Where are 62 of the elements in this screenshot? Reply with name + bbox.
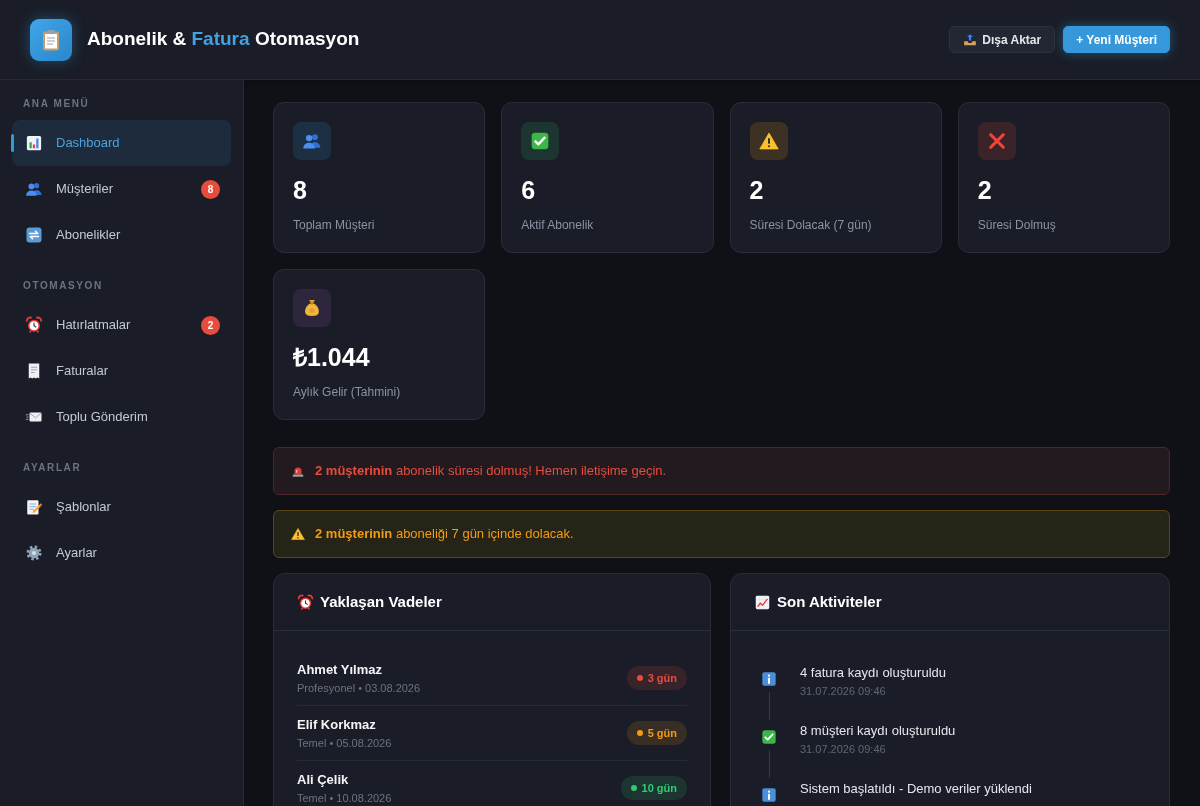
- customer-name: Ali Çelik: [297, 771, 350, 789]
- check-icon: [521, 122, 560, 160]
- warning-icon: [749, 122, 788, 160]
- nav-item[interactable]: Müşteriler 8: [12, 166, 231, 212]
- nav-item[interactable]: Şablonlar: [12, 484, 231, 530]
- alarm-clock-icon: [25, 316, 43, 334]
- nav-item[interactable]: Toplu Gönderim: [12, 394, 231, 440]
- app-title: Abonelik & Fatura Otomasyon: [87, 28, 360, 51]
- plan-date: Temel • 10.08.2026: [297, 791, 392, 805]
- customer-name: Ahmet Yılmaz: [297, 661, 383, 679]
- stat-label: Aylık Gelir (Tahmini): [293, 384, 402, 401]
- section-label: OTOMASYON: [22, 279, 104, 293]
- alert-message: 2 müşterinin aboneliği 7 gün içinde dolacak.: [315, 525, 574, 544]
- stat-label: Toplam Müşteri: [293, 217, 376, 234]
- tray-arrow-icon: [963, 32, 978, 47]
- stat-label: Süresi Dolmuş: [977, 217, 1057, 234]
- days-left-text: 3 gün: [647, 670, 677, 686]
- memo-pencil-icon: [25, 498, 43, 516]
- clipboard-icon: [30, 18, 72, 61]
- stat-value: 8: [293, 176, 308, 204]
- gear-icon: [25, 544, 43, 562]
- plan-date: Temel • 05.08.2026: [297, 736, 392, 750]
- info-icon: [761, 787, 777, 803]
- nav-item[interactable]: Abonelikler: [12, 212, 231, 258]
- section-label: AYARLAR: [22, 461, 83, 475]
- stat-value: 6: [521, 176, 537, 204]
- nav-item[interactable]: Hatırlatmalar 2: [12, 302, 231, 348]
- panel-title: Yaklaşan Vadeler: [320, 591, 442, 612]
- nav-item[interactable]: Dashboard: [12, 120, 231, 166]
- alert-message: 2 müşterinin abonelik süresi dolmuş! Hemen iletişime geçin.: [315, 462, 667, 481]
- activity-text: 4 fatura kaydı oluşturuldu: [800, 664, 946, 682]
- count-badge: 8: [201, 179, 220, 199]
- line-chart-icon: [754, 593, 771, 611]
- activity-time: 31.07.2026 09:46: [800, 684, 887, 699]
- export-button[interactable]: Dışa Aktar: [949, 26, 1056, 53]
- section-label: ANA MENÜ: [22, 97, 91, 111]
- money-bag-icon: [293, 289, 331, 327]
- bar-chart-icon: [25, 134, 43, 152]
- activity-text: Sistem başlatıldı - Demo veriler yüklendi: [800, 780, 1032, 798]
- stat-value: 2: [977, 176, 993, 204]
- nav-item[interactable]: Faturalar: [12, 348, 231, 394]
- info-icon: [761, 671, 777, 687]
- people-icon: [25, 180, 43, 198]
- arrows-icon: [25, 226, 43, 244]
- activity-text: 8 müşteri kaydı oluşturuldu: [800, 722, 956, 740]
- stat-value: ₺1.044: [293, 343, 371, 371]
- check-icon: [761, 729, 777, 745]
- panel-title: Son Aktiviteler: [777, 591, 882, 612]
- stat-value: 2: [749, 176, 765, 204]
- warning-icon: [291, 527, 305, 541]
- cross-icon: [977, 122, 1016, 160]
- stat-label: Süresi Dolacak (7 gün): [749, 217, 873, 234]
- nav-item[interactable]: Ayarlar: [12, 530, 231, 576]
- count-badge: 2: [201, 315, 220, 335]
- stat-label: Aktif Abonelik: [521, 217, 595, 234]
- days-left-text: 10 gün: [641, 780, 677, 796]
- alarm-clock-icon: [297, 593, 314, 611]
- plan-date: Profesyonel • 03.08.2026: [297, 681, 421, 695]
- people-icon: [293, 122, 331, 160]
- customer-name: Elif Korkmaz: [297, 716, 377, 734]
- activity-time: 31.07.2026 09:46: [800, 742, 887, 757]
- days-left-text: 5 gün: [647, 725, 677, 741]
